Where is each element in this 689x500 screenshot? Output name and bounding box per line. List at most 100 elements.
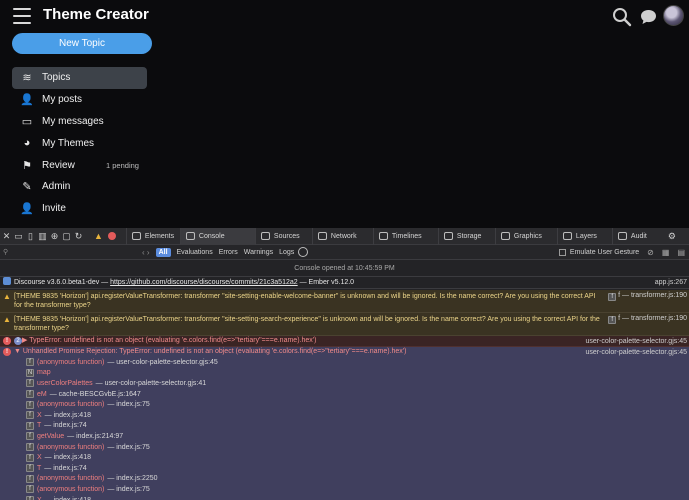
filter-all[interactable]: All (155, 247, 171, 257)
frame-location[interactable]: — index.js:74 (44, 464, 86, 473)
user-avatar[interactable] (663, 5, 684, 26)
tab-elements[interactable]: Elements (125, 227, 180, 245)
frame-location[interactable]: — index.js:75 (107, 400, 149, 409)
frame-location[interactable]: — index.js:2250 (107, 474, 157, 483)
console-filter-input[interactable]: ⚲ (3, 247, 134, 258)
stack-frame[interactable]: fX— index.js:418 (26, 452, 689, 463)
error-icon: ! (3, 337, 11, 345)
stack-frame[interactable]: Nmap (26, 368, 689, 379)
console-error-collapsed[interactable]: ! 2 ▶ TypeError: undefined is not an obj… (0, 336, 689, 347)
sidebar-item-my-posts[interactable]: 👤 My posts (12, 89, 172, 111)
undock-icon[interactable]: ▯ (25, 231, 36, 242)
stack-frame[interactable]: f eM — cache-BESCGvbE.js:1647 (26, 389, 689, 400)
sidebar-item-invite[interactable]: 👤 Invite (12, 198, 172, 220)
close-icon[interactable]: ✕ (1, 231, 12, 242)
tab-layers[interactable]: Layers (556, 227, 612, 245)
tab-console[interactable]: Console (179, 227, 255, 245)
inspect-icon[interactable]: ⊕ (49, 231, 60, 242)
stack-frame[interactable]: fX— index.js:418 (26, 410, 689, 421)
frame-location[interactable]: — user-color-palette-selector.gjs:41 (96, 379, 207, 388)
stack-frame[interactable]: f (anonymous function) — user-color-palett… (26, 357, 689, 368)
sidebar-toggle-icon[interactable]: ▤ (677, 248, 685, 257)
hamburger-menu-icon[interactable] (13, 8, 31, 24)
stack-frame[interactable]: fX— index.js:418 (26, 495, 689, 500)
stack-frame[interactable]: f T — index.js:74 (26, 421, 689, 432)
stack-frame[interactable]: f (anonymous function) — index.js:2250 (26, 474, 689, 485)
frame-location[interactable]: — index.js:418 (45, 496, 91, 500)
disclosure-triangle-icon[interactable]: ▼ (14, 348, 23, 355)
sidebar-nav: ≋ Topics 👤 My posts ▭ My messages ◕ My Themes ⚑ R… (12, 67, 172, 220)
log-source-link[interactable]: f f — transformer.js:190 (608, 314, 687, 324)
error-indicator-icon[interactable] (107, 232, 116, 240)
frame-location[interactable]: — index.js:418 (45, 453, 91, 462)
error-text: TypeError: undefined is not an object (e… (29, 337, 317, 344)
log-text: — Ember v5.12.0 (297, 279, 355, 286)
tab-audit[interactable]: Audit (611, 227, 662, 245)
stack-frame[interactable]: f getValue — index.js:214:97 (26, 431, 689, 442)
reload-icon[interactable]: ↻ (73, 231, 84, 242)
frame-location[interactable]: — index.js:418 (45, 411, 91, 420)
dock-side-icon[interactable]: ▥ (37, 231, 48, 242)
devtools-toolbar: ✕ ▭ ▯ ▥ ⊕ ▢ ↻ ▲ Elements Console Sources… (0, 227, 689, 245)
frame-function-name: X (37, 411, 42, 419)
tab-graphics[interactable]: Graphics (494, 227, 557, 245)
filter-logs[interactable]: Logs (279, 249, 294, 256)
sidebar-item-review[interactable]: ⚑ Review 1 pending (12, 154, 172, 176)
sidebar-item-topics[interactable]: ≋ Topics (12, 67, 147, 89)
stack-frame[interactable]: f userColorPalettes — user-color-palette-s… (26, 378, 689, 389)
emulate-checkbox[interactable] (558, 248, 566, 256)
frame-location[interactable]: — index.js:75 (107, 443, 149, 452)
log-source-link[interactable]: user-color-palette-selector.gjs:45 (585, 348, 687, 357)
warning-icon[interactable]: ▲ (94, 231, 103, 241)
log-source-link[interactable]: app.js:267 (655, 278, 687, 287)
flag-icon: ⚑ (22, 159, 32, 172)
stack-frame[interactable]: f (anonymous function) — index.js:75 (26, 399, 689, 410)
settings-icon[interactable]: ⚙ (668, 231, 676, 242)
frame-location[interactable]: — index.js:74 (44, 421, 86, 430)
stack-frame[interactable]: f (anonymous function) — index.js:75 (26, 442, 689, 453)
sidebar-item-my-themes[interactable]: ◕ My Themes (12, 132, 172, 154)
frame-location[interactable]: — index.js:214:97 (67, 432, 123, 441)
filter-options-icon[interactable] (298, 247, 309, 257)
device-icon[interactable]: ▢ (61, 231, 72, 242)
sidebar-item-label: Invite (42, 203, 66, 215)
palette-icon: ◕ (23, 137, 31, 150)
frame-location[interactable]: — index.js:75 (107, 485, 149, 494)
function-badge-icon: f (26, 358, 34, 367)
emulate-user-gesture[interactable]: Emulate User Gesture (558, 248, 639, 256)
filter-warnings[interactable]: Warnings (244, 249, 273, 256)
tab-timelines[interactable]: Timelines (372, 227, 438, 245)
tab-network[interactable]: Network (311, 227, 373, 245)
frame-function-name: eM (37, 390, 47, 398)
log-source-link[interactable]: user-color-palette-selector.gjs:45 (585, 337, 687, 346)
site-title[interactable]: Theme Creator (43, 6, 149, 23)
tab-storage[interactable]: Storage (437, 227, 495, 245)
tab-sources[interactable]: Sources (254, 227, 312, 245)
frame-location[interactable]: — user-color-palette-selector.gjs:45 (107, 358, 218, 367)
sidebar-item-label: Admin (42, 181, 71, 193)
filter-evaluations[interactable]: Evaluations (177, 249, 213, 256)
sidebar-item-label: Topics (42, 72, 71, 84)
search-icon[interactable] (612, 7, 632, 27)
warning-text: [THEME 9835 'Horizon'] api.registerValue… (14, 316, 600, 332)
dock-icon[interactable]: ▭ (13, 231, 24, 242)
log-source-link[interactable]: f f — transformer.js:190 (608, 291, 687, 301)
filter-errors[interactable]: Errors (219, 249, 238, 256)
function-badge-icon: f (26, 421, 34, 430)
clear-console-icon[interactable]: ⊘ (647, 248, 654, 257)
console-opened-message: Console opened at 10:45:59 PM (0, 260, 689, 277)
frame-location[interactable]: — cache-BESCGvbE.js:1647 (50, 390, 141, 399)
function-badge-icon: f (26, 453, 34, 462)
commit-link[interactable]: https://github.com/discourse/discourse/c… (110, 279, 298, 286)
more-icon[interactable]: ▦ (662, 248, 670, 257)
chat-icon[interactable] (640, 9, 657, 25)
frame-function-name: T (37, 422, 42, 430)
sidebar-item-admin[interactable]: ✎ Admin (12, 176, 172, 198)
error-text: Unhandled Promise Rejection: TypeError: … (22, 348, 407, 355)
sidebar-item-my-messages[interactable]: ▭ My messages (12, 111, 172, 133)
stack-frame[interactable]: f T — index.js:74 (26, 463, 689, 474)
filter-icon: ⚲ (3, 249, 9, 256)
stack-frame[interactable]: f (anonymous function) — index.js:75 (26, 484, 689, 495)
navigate-arrows-icon[interactable]: ‹ › (142, 248, 150, 257)
new-topic-button[interactable]: New Topic (12, 33, 152, 54)
